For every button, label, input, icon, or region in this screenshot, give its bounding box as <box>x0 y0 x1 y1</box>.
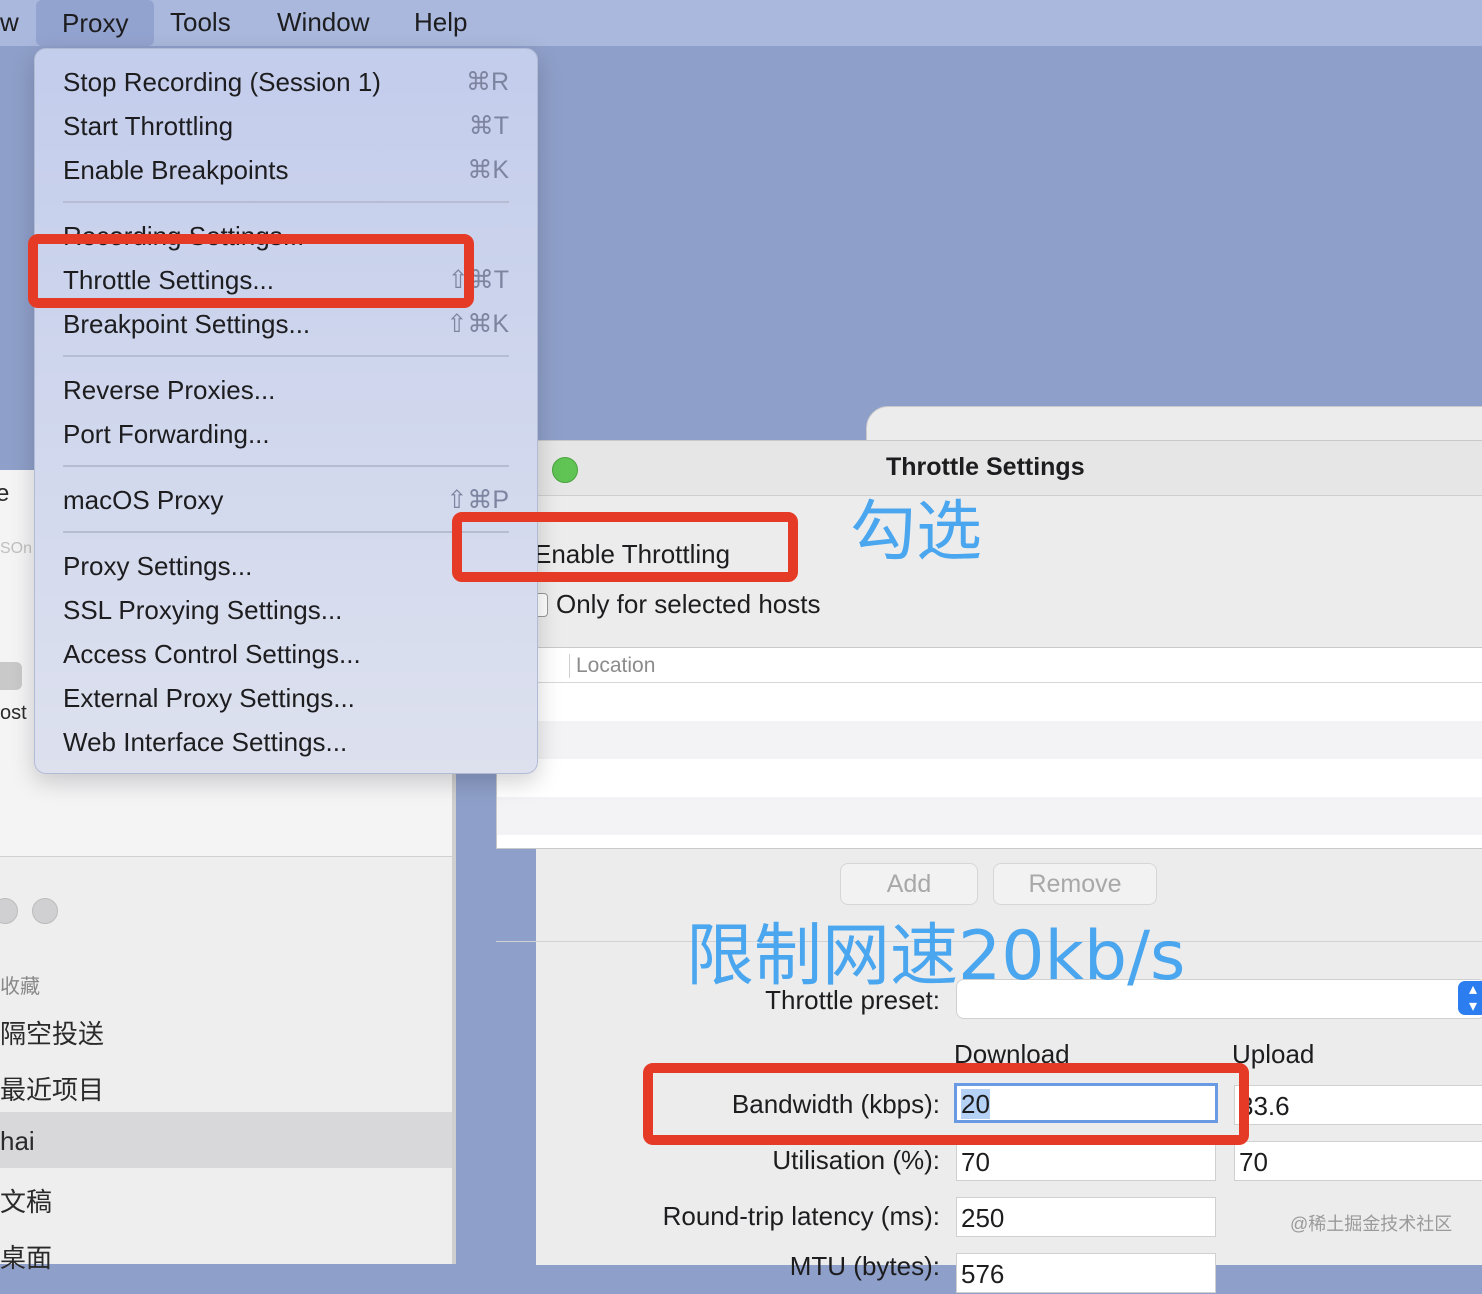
menu-item-external-proxy-settings[interactable]: External Proxy Settings... <box>63 683 355 714</box>
bg-cut-ost: ost <box>0 702 27 724</box>
menu-help[interactable]: Help <box>414 7 467 38</box>
menu-item-reverse-proxies[interactable]: Reverse Proxies... <box>63 375 275 406</box>
proxy-menu: Stop Recording (Session 1) ⌘R Start Thro… <box>34 48 538 774</box>
sidebar-item-recents[interactable]: 最近项目 <box>0 1070 104 1107</box>
menu-separator <box>63 465 509 467</box>
menu-item-start-throttling[interactable]: Start Throttling <box>63 111 233 142</box>
highlight-enable-throttling <box>452 512 798 582</box>
menu-item-proxy-settings[interactable]: Proxy Settings... <box>63 551 252 582</box>
annotation-limit-speed: 限制网速20kb/s <box>686 917 1186 996</box>
latency-label: Round-trip latency (ms): <box>662 1201 940 1231</box>
location-column-header[interactable]: Location <box>569 654 655 678</box>
menu-separator <box>63 355 509 357</box>
table-row <box>497 759 1482 797</box>
menu-item-web-interface-settings[interactable]: Web Interface Settings... <box>63 727 347 758</box>
menu-tools[interactable]: Tools <box>170 7 231 38</box>
annotation-check: 勾选 <box>850 493 982 570</box>
latency-download-input[interactable]: 250 <box>956 1197 1216 1237</box>
utilisation-upload-input[interactable]: 70 <box>1234 1141 1482 1181</box>
highlight-bandwidth <box>643 1063 1249 1145</box>
mtu-download-input[interactable]: 576 <box>956 1253 1216 1293</box>
menu-item-macos-proxy[interactable]: macOS Proxy <box>63 485 223 516</box>
table-row <box>497 721 1482 759</box>
menu-separator <box>63 201 509 203</box>
sidebar-item-airdrop[interactable]: 隔空投送 <box>0 1014 104 1051</box>
menu-item-access-control-settings[interactable]: Access Control Settings... <box>63 639 361 670</box>
bandwidth-upload-input[interactable]: 33.6 <box>1234 1085 1482 1125</box>
menu-separator <box>63 531 509 533</box>
shortcut-stop-recording: ⌘R <box>465 68 509 96</box>
sidebar-item-desktop[interactable]: 桌面 <box>0 1238 52 1275</box>
bg-button[interactable] <box>0 662 22 690</box>
table-row <box>497 797 1482 835</box>
menu-item-stop-recording[interactable]: Stop Recording (Session 1) <box>63 67 381 98</box>
table-row <box>497 683 1482 721</box>
menu-item-ssl-proxying-settings[interactable]: SSL Proxying Settings... <box>63 595 342 626</box>
bg-cut-e: e <box>0 480 10 507</box>
menu-item-breakpoint-settings[interactable]: Breakpoint Settings... <box>63 309 310 340</box>
menu-item-enable-breakpoints[interactable]: Enable Breakpoints <box>63 155 288 186</box>
add-button[interactable]: Add <box>840 863 978 905</box>
remove-button[interactable]: Remove <box>993 863 1157 905</box>
menu-window[interactable]: Window <box>277 7 369 38</box>
hosts-table: Location <box>496 647 1482 849</box>
sidebar-item-documents[interactable]: 文稿 <box>0 1182 52 1219</box>
utilisation-download-input[interactable]: 70 <box>956 1141 1216 1181</box>
bg-cut-son: SOn <box>0 540 33 557</box>
watermark: @稀土掘金技术社区 <box>1290 1214 1453 1234</box>
sidebar-selected-row <box>0 1112 452 1168</box>
chevron-updown-icon[interactable]: ▴ ▾ <box>1458 981 1482 1015</box>
shortcut-start-throttling: ⌘T <box>468 112 509 140</box>
utilisation-label: Utilisation (%): <box>772 1145 940 1175</box>
only-selected-hosts-label[interactable]: Only for selected hosts <box>556 589 820 620</box>
mtu-label: MTU (bytes): <box>789 1251 940 1281</box>
sidebar-header-favorites: 收藏 <box>0 976 40 998</box>
dialog-titlebar: Throttle Settings <box>536 441 1482 496</box>
menu-window-cut[interactable]: w <box>0 7 19 38</box>
shortcut-breakpoint-settings: ⇧⌘K <box>446 310 509 338</box>
window-minimize-dot[interactable] <box>32 898 58 924</box>
zoom-button[interactable] <box>552 457 578 483</box>
highlight-throttle-settings <box>28 234 474 308</box>
menu-item-port-forwarding[interactable]: Port Forwarding... <box>63 419 270 450</box>
menu-proxy[interactable]: Proxy <box>36 0 155 46</box>
shortcut-macos-proxy: ⇧⌘P <box>446 486 509 514</box>
sidebar-item-user[interactable]: hai <box>0 1126 35 1157</box>
window-close-dot[interactable] <box>0 898 18 924</box>
menu-bar: w Proxy Tools Window Help <box>0 0 1482 46</box>
shortcut-enable-breakpoints: ⌘K <box>467 156 509 184</box>
hosts-table-header: Location <box>497 648 1482 683</box>
